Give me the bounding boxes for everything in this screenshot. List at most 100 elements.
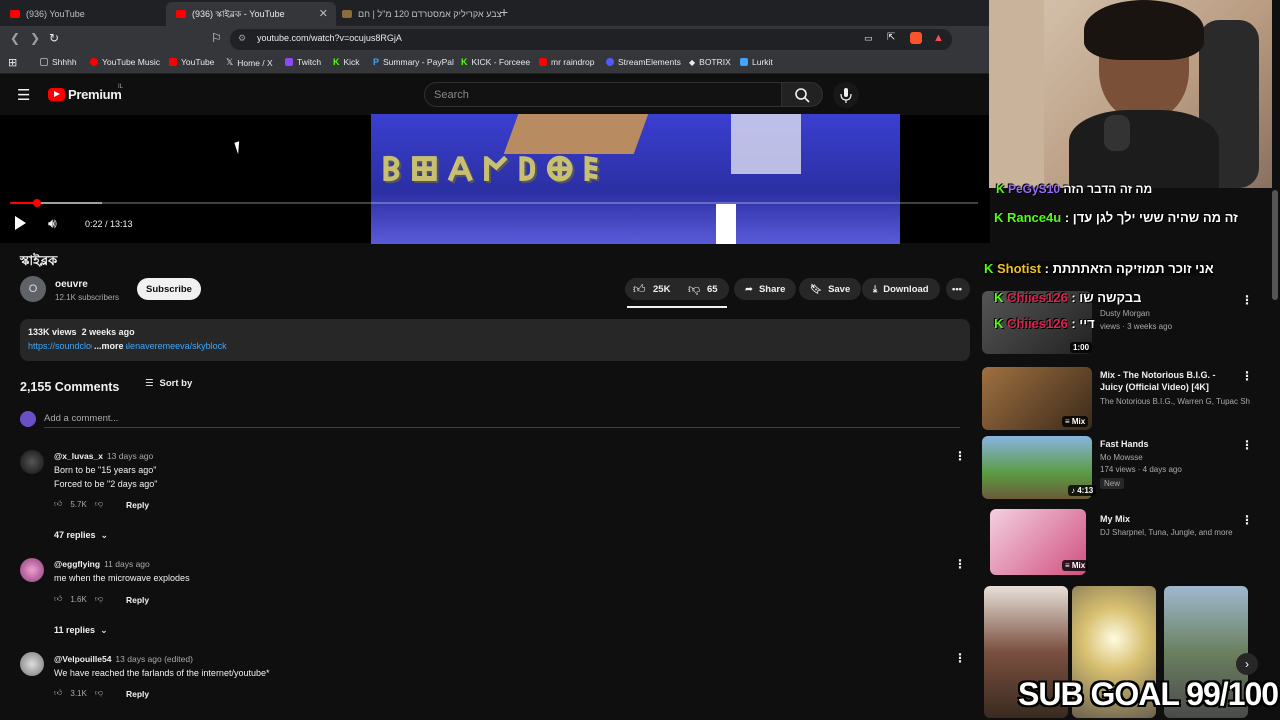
bookmark-label: YouTube Music <box>102 57 160 67</box>
comment-avatar[interactable] <box>20 558 44 582</box>
streamelements-icon <box>606 58 614 66</box>
like-count[interactable]: 25K <box>653 284 670 295</box>
kick-badge-icon: K <box>994 210 1007 225</box>
add-comment-input[interactable]: Add a comment... <box>44 413 118 424</box>
view-replies-button[interactable]: 47 replies ⌄ <box>54 530 108 541</box>
related-channel[interactable]: Mo Mowsse <box>1100 452 1250 464</box>
description-more-button[interactable]: ...more <box>92 341 126 351</box>
related-channel[interactable]: The Notorious B.I.G., Warren G, Tupac Sh… <box>1100 396 1250 408</box>
progress-track[interactable] <box>10 202 978 204</box>
forward-icon[interactable]: ❯ <box>30 31 40 45</box>
reply-button[interactable]: Reply <box>126 595 149 605</box>
back-icon[interactable]: ❮ <box>10 31 20 45</box>
apps-grid-icon[interactable]: ⊞ <box>8 56 17 69</box>
dislike-count[interactable]: 65 <box>707 284 718 295</box>
webcam-overlay <box>989 0 1272 188</box>
tab-youtube-video[interactable]: (936) স্কাইব্লক - YouTube ✕ <box>166 2 336 26</box>
tab-shop[interactable]: צבע אקריליק אמסטרדם 120 מ"ל | חם <box>332 2 502 26</box>
channel-avatar[interactable]: O <box>20 276 46 302</box>
related-menu-icon[interactable]: ⋮ <box>1241 293 1253 307</box>
description-link[interactable]: https://soundcloud.com/alenaveremeeva/sk… <box>28 341 227 351</box>
shop-favicon-icon <box>342 10 352 18</box>
bookmark-mr-raindrop[interactable]: mr raindrop <box>539 57 594 67</box>
view-replies-button[interactable]: 11 replies ⌄ <box>54 625 108 636</box>
thumbs-down-icon[interactable]: 👎︎ <box>95 688 103 698</box>
chat-message: מה זה הדבר הזה <box>1063 182 1153 196</box>
bookmark-shhhh[interactable]: Shhhh <box>40 57 77 67</box>
comment-author[interactable]: @x_luvas_x 13 days ago <box>54 451 153 461</box>
related-menu-icon[interactable]: ⋮ <box>1241 438 1253 452</box>
related-channel[interactable]: Dusty Morgan <box>1100 308 1250 320</box>
bookmark-kick[interactable]: K Kick <box>333 57 360 67</box>
bookmark-page-icon[interactable]: ⚐ <box>211 31 222 45</box>
related-channel[interactable]: DJ Sharpnel, Tuna, Jungle, and more <box>1100 527 1250 539</box>
comment-author[interactable]: @Velpouille54 13 days ago (edited) <box>54 654 193 664</box>
bookmark-youtube[interactable]: YouTube <box>169 57 214 67</box>
volume-icon[interactable]: 🔊︎ <box>48 215 57 232</box>
tab-youtube-home[interactable]: (936) YouTube <box>0 2 170 26</box>
related-title[interactable]: Mix - The Notorious B.I.G. - Juicy (Offi… <box>1100 369 1240 393</box>
thumbs-down-icon[interactable]: 👎︎ <box>95 499 103 509</box>
comment-menu-icon[interactable]: ⋮ <box>954 557 966 571</box>
thumbs-up-icon[interactable]: 👍︎ <box>54 499 62 509</box>
logo-text[interactable]: Premium <box>68 87 122 102</box>
thumbs-up-icon[interactable]: 👍︎ <box>54 688 62 698</box>
new-tab-button[interactable]: + <box>500 4 508 20</box>
menu-hamburger-icon[interactable]: ☰ <box>17 86 30 104</box>
cam-hair <box>1084 0 1204 60</box>
close-tab-icon[interactable]: ✕ <box>319 7 328 20</box>
save-bookmark-icon: 🔖︎ <box>810 283 823 295</box>
badge-label: 4:13 <box>1077 486 1094 495</box>
related-menu-icon[interactable]: ⋮ <box>1241 369 1253 383</box>
share-button[interactable]: ➦ Share <box>734 278 797 300</box>
related-title[interactable]: My Mix <box>1100 513 1240 525</box>
description-box[interactable] <box>20 319 970 361</box>
bookmark-lurkit[interactable]: Lurkit <box>740 57 773 67</box>
related-title[interactable]: Fast Hands <box>1100 438 1240 450</box>
sort-comments-button[interactable]: ☰ Sort by <box>145 378 192 389</box>
dislike-button[interactable]: 👎︎ <box>688 282 700 297</box>
youtube-favicon-icon <box>176 10 186 18</box>
cast-icon[interactable]: ▭ <box>864 33 873 44</box>
reply-button[interactable]: Reply <box>126 500 149 510</box>
bookmark-paypal[interactable]: P Summary - PayPal <box>373 57 454 67</box>
bookmark-x[interactable]: 𝕏 Home / X <box>226 57 273 68</box>
shorts-next-button[interactable]: › <box>1236 653 1258 675</box>
brave-shield-icon[interactable] <box>910 32 922 44</box>
bookmark-kick-forceee[interactable]: K KICK - Forceee <box>461 57 530 67</box>
voice-search-button[interactable] <box>833 82 859 108</box>
comment-avatar[interactable] <box>20 652 44 676</box>
more-actions-button[interactable]: ••• <box>946 278 970 300</box>
comment-menu-icon[interactable]: ⋮ <box>954 449 966 463</box>
url-text[interactable]: youtube.com/watch?v=ocujus8RGjA <box>257 33 402 43</box>
brave-rewards-icon[interactable]: ▲ <box>933 32 944 44</box>
comment-time: 13 days ago <box>106 451 154 461</box>
comment-menu-icon[interactable]: ⋮ <box>954 651 966 665</box>
comment-avatar[interactable] <box>20 450 44 474</box>
search-button[interactable] <box>781 82 823 107</box>
bookmark-label: Twitch <box>297 57 322 67</box>
bookmark-youtube-music[interactable]: YouTube Music <box>90 57 160 67</box>
site-info-icon[interactable]: ⚙ <box>238 33 246 44</box>
channel-name[interactable]: oeuvre <box>55 279 88 290</box>
reply-button[interactable]: Reply <box>126 689 149 699</box>
reload-icon[interactable]: ↻ <box>49 31 59 45</box>
share-page-icon[interactable]: ⇱ <box>887 32 895 43</box>
bookmark-streamelements[interactable]: StreamElements <box>606 57 681 67</box>
logo-play-icon <box>54 91 60 97</box>
thumbs-up-icon[interactable]: 👍︎ <box>54 594 62 604</box>
page-scrollbar[interactable] <box>1272 190 1278 300</box>
related-menu-icon[interactable]: ⋮ <box>1241 513 1253 527</box>
bookmark-twitch[interactable]: Twitch <box>285 57 321 67</box>
subscribe-button[interactable]: Subscribe <box>137 278 201 300</box>
comment-author[interactable]: @eggflying 11 days ago <box>54 559 150 569</box>
play-icon[interactable] <box>15 216 26 230</box>
logo-country: IL <box>118 84 124 90</box>
thumbs-down-icon[interactable]: 👎︎ <box>95 594 103 604</box>
search-input[interactable] <box>424 82 782 107</box>
bookmark-label: Lurkit <box>752 57 773 67</box>
bookmark-botrix[interactable]: ◆ BOTRIX <box>689 57 731 67</box>
save-button[interactable]: 🔖︎ Save <box>799 278 862 300</box>
like-button[interactable]: 👍︎ <box>633 282 646 297</box>
download-button[interactable]: ⤓ Download <box>862 278 940 300</box>
